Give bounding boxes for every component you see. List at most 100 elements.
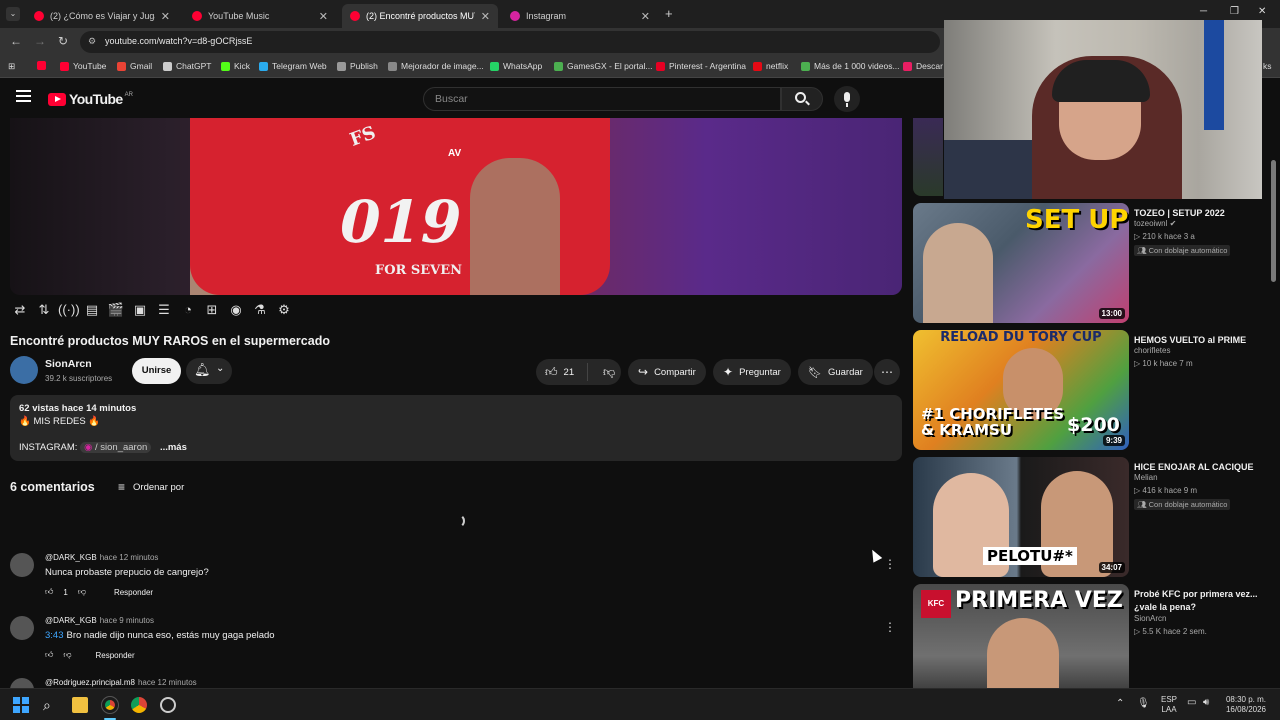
forward-icon[interactable]: → [34, 34, 46, 48]
recommended-video[interactable]: RELOAD DU TORY CUP #1 CHORIFLETES & KRAM… [913, 330, 1273, 452]
comment-menu-icon[interactable]: ⋮ [884, 557, 896, 571]
browser-tab-active[interactable]: (2) Encontré productos MUY RA... ✕ [342, 4, 498, 28]
windows-start-icon[interactable] [13, 697, 29, 713]
minimize-icon[interactable]: ─ [1200, 6, 1207, 17]
flask-icon[interactable]: ⚗ [250, 300, 270, 320]
recommended-channel[interactable]: SionArcn [1134, 614, 1166, 623]
address-bar[interactable]: ⚙ youtube.com/watch?v=d8-gOCRjssE [80, 31, 940, 53]
volume-icon[interactable]: 🔊︎ [1203, 697, 1209, 708]
share-button[interactable]: ↪ Compartir [628, 359, 706, 385]
speed-icon[interactable]: ◔ [178, 300, 198, 320]
recommended-channel[interactable]: chorifletes [1134, 346, 1170, 355]
thumbs-up-icon[interactable]: 👍︎ [45, 650, 53, 660]
microphone-icon[interactable]: 🎙︎ [1137, 698, 1150, 709]
video-player[interactable]: FS AV 019 FOR SEVEN [10, 118, 902, 295]
comment-time[interactable]: hace 12 minutos [138, 678, 197, 687]
channel-name[interactable]: SionArcn [45, 358, 92, 370]
file-explorer-icon[interactable] [72, 697, 88, 713]
bookmark-item[interactable]: Kick [221, 61, 250, 71]
sort-icon[interactable]: ⇅ [34, 300, 54, 320]
browser-tab[interactable]: Instagram ✕ [502, 4, 658, 28]
browser-tab[interactable]: (2) ¿Cómo es Viajar y Jugar a 0 ... ✕ [26, 4, 178, 28]
maximize-icon[interactable]: ❐ [1230, 6, 1239, 17]
dislike-button[interactable]: 👎︎ [594, 365, 615, 380]
recommended-video[interactable]: SET UP 13:00 TOZEO | SETUP 2022 tozeoiwn… [913, 203, 1273, 325]
menu-icon[interactable] [16, 90, 31, 103]
comment-time[interactable]: hace 9 minutos [100, 616, 154, 625]
tab-search-icon[interactable]: ⌄ [6, 7, 20, 21]
ask-button[interactable]: ✦ Preguntar [713, 359, 791, 385]
bookmark-item[interactable]: ChatGPT [163, 61, 211, 71]
recommended-title[interactable]: Probé KFC por primera vez... ¿vale la pe… [1134, 588, 1264, 614]
bookmark-item[interactable]: netflix [753, 61, 788, 71]
reply-button[interactable]: Responder [96, 651, 135, 660]
close-tab-icon[interactable]: ✕ [319, 10, 328, 23]
thumbs-down-icon[interactable]: 👎︎ [78, 587, 86, 597]
obs-icon[interactable] [160, 697, 176, 713]
sort-comments-button[interactable]: ≡ Ordenar por [118, 480, 184, 494]
close-tab-icon[interactable]: ✕ [641, 10, 650, 23]
channel-avatar[interactable] [10, 356, 38, 384]
notifications-button[interactable]: 🔔︎ ⌄ [186, 358, 232, 384]
loop-icon[interactable]: ⇄ [10, 300, 30, 320]
search-icon[interactable]: ⌕ [43, 697, 59, 713]
recommended-video[interactable]: PRIMERA VEZ KFC Probé KFC por primera ve… [913, 584, 1273, 688]
partial-thumbnail[interactable] [913, 118, 943, 196]
recommended-channel[interactable]: tozeoiwnl ✔ [1134, 219, 1176, 228]
page-scrollbar[interactable] [1271, 160, 1276, 282]
video-thumbnail[interactable]: PELOTU#* 34:07 [913, 457, 1129, 577]
video-thumbnail[interactable]: RELOAD DU TORY CUP #1 CHORIFLETES & KRAM… [913, 330, 1129, 450]
bookmark-item[interactable]: Gmail [117, 61, 152, 71]
like-button[interactable]: 👍︎ 21 [536, 363, 588, 381]
comment-time[interactable]: hace 12 minutos [100, 553, 159, 562]
thumbs-up-icon[interactable]: 👍︎ [45, 587, 53, 597]
list-icon[interactable]: ☰ [154, 300, 174, 320]
chrome-icon[interactable] [131, 697, 147, 713]
close-tab-icon[interactable]: ✕ [161, 10, 170, 23]
network-icon[interactable]: ▭ [1187, 697, 1196, 708]
video-thumbnail[interactable]: SET UP 13:00 [913, 203, 1129, 323]
clapper-icon[interactable]: 🎬 [106, 300, 126, 320]
recommended-video[interactable]: PELOTU#* 34:07 HICE ENOJAR AL CACIQUE Me… [913, 457, 1273, 579]
comment-timestamp-link[interactable]: 3:43 [45, 630, 64, 641]
clock[interactable]: 08:30 p. m. 16/08/2026 [1222, 695, 1270, 715]
settings-icon[interactable]: ⚙ [274, 300, 294, 320]
comment-author[interactable]: @Rodriguez.principal.m8 [45, 678, 135, 687]
instagram-link[interactable]: ◉ / sion_aaron [80, 442, 152, 453]
bookmark-item[interactable]: Mejorador de image... [388, 61, 484, 71]
bookmark-item[interactable] [37, 61, 50, 70]
browser-tab[interactable]: YouTube Music ✕ [184, 4, 336, 28]
audio-icon[interactable]: ((·)) [58, 300, 80, 320]
picture-in-picture-icon[interactable]: ▣ [130, 300, 150, 320]
add-icon[interactable]: ⊞ [202, 300, 222, 320]
comment-avatar[interactable] [10, 553, 34, 577]
filter-icon[interactable]: ▤ [82, 300, 102, 320]
save-button[interactable]: 🔖︎ Guardar [798, 359, 873, 385]
bookmark-item[interactable]: Descar [903, 61, 943, 71]
voice-search-button[interactable] [834, 86, 860, 112]
language-indicator[interactable]: ESP LAA [1158, 695, 1180, 715]
back-icon[interactable]: ← [10, 34, 22, 48]
close-window-icon[interactable]: ✕ [1258, 6, 1266, 17]
join-button[interactable]: Unirse [132, 358, 181, 384]
video-thumbnail[interactable]: PRIMERA VEZ KFC [913, 584, 1129, 688]
bookmark-item[interactable]: GamesGX - El portal... [554, 61, 653, 71]
comment-author[interactable]: @DARK_KGB [45, 553, 97, 562]
search-button[interactable] [781, 87, 823, 111]
show-more-link[interactable]: ...más [160, 442, 187, 453]
bookmark-item[interactable]: Publish [337, 61, 378, 71]
bookmarks-overflow[interactable]: ks [1263, 61, 1272, 71]
bookmark-item[interactable]: Más de 1 000 videos... [801, 61, 900, 71]
comment-avatar[interactable] [10, 616, 34, 640]
comment-menu-icon[interactable]: ⋮ [884, 620, 896, 634]
bookmark-item[interactable]: Pinterest - Argentina [656, 61, 746, 71]
site-info-icon[interactable]: ⚙ [88, 36, 96, 47]
reload-icon[interactable]: ↻ [58, 34, 68, 48]
bookmark-item[interactable]: WhatsApp [490, 61, 542, 71]
apps-icon[interactable]: ⊞ [8, 61, 15, 72]
recommended-channel[interactable]: Melian [1134, 473, 1158, 482]
bookmark-item[interactable]: YouTube [60, 61, 106, 71]
reply-button[interactable]: Responder [114, 588, 153, 597]
youtube-logo[interactable]: YouTube AR [48, 91, 133, 107]
comment-avatar[interactable] [10, 678, 34, 688]
